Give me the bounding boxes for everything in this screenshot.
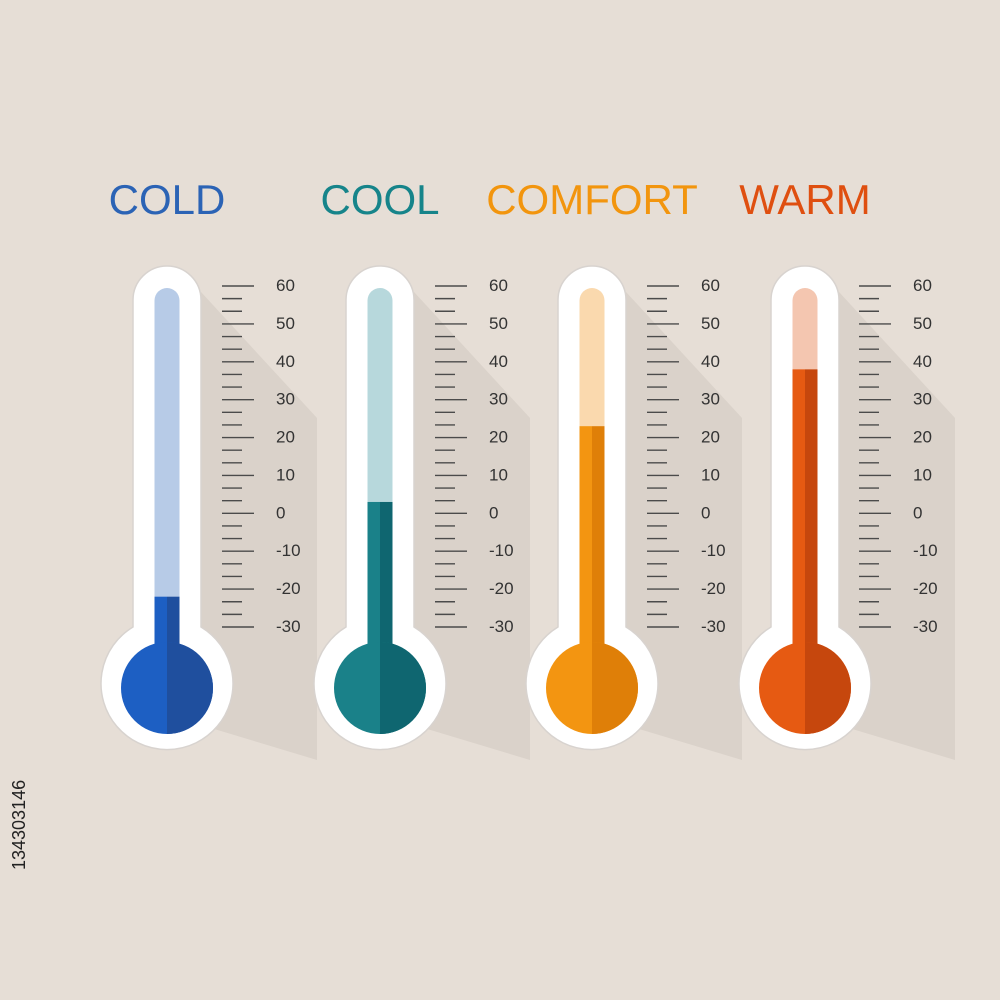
thermometer-cool-tick-label: 50 — [489, 314, 508, 333]
thermometer-cold-tick-label: -30 — [276, 617, 301, 636]
thermometer-cold-tick-label: 60 — [276, 276, 295, 295]
thermometer-warm-tick-label: 0 — [913, 503, 922, 522]
thermometer-cool: COOL 60 50 40 30 20 10 0 -10 -20 -30 — [313, 176, 530, 760]
thermometer-cold: COLD 60 50 40 30 20 10 0 -10 -20 -30 — [100, 176, 317, 760]
thermometer-comfort-tick-label: -20 — [701, 579, 726, 598]
thermometer-comfort-tick-label: 10 — [701, 465, 720, 484]
thermometer-cold-tick-label: 40 — [276, 352, 295, 371]
thermometer-comfort-tick-label: 60 — [701, 276, 720, 295]
thermometer-cold-tick-label: 20 — [276, 428, 295, 447]
thermometer-warm-tick-label: 30 — [913, 390, 932, 409]
thermometer-comfort-fill-shadow — [592, 426, 605, 655]
thermometer-cool-label: COOL — [320, 176, 439, 223]
thermometer-comfort-tick-label: -30 — [701, 617, 726, 636]
thermometer-cold-tick-label: -20 — [276, 579, 301, 598]
thermometer-comfort-tick-label: 50 — [701, 314, 720, 333]
thermometer-warm-tick-label: -30 — [913, 617, 938, 636]
thermometer-cool-tick-label: -30 — [489, 617, 514, 636]
thermometer-warm-tick-label: -20 — [913, 579, 938, 598]
thermometer-warm-tick-label: 10 — [913, 465, 932, 484]
thermometer-cool-tick-label: -20 — [489, 579, 514, 598]
thermometer-warm-label: WARM — [739, 176, 870, 223]
thermometer-comfort-tick-label: -10 — [701, 541, 726, 560]
thermometer-warm-fill — [792, 369, 805, 655]
thermometer-warm: WARM 60 50 40 30 20 10 0 -10 -20 -30 — [738, 176, 955, 760]
thermometer-warm-fill-shadow — [805, 369, 818, 655]
thermometer-cool-tick-label: 0 — [489, 503, 498, 522]
thermometer-cold-tick-label: 30 — [276, 390, 295, 409]
thermometer-cool-tick-label: -10 — [489, 541, 514, 560]
thermometer-cool-fill — [367, 501, 380, 655]
thermometer-warm-tick-label: -10 — [913, 541, 938, 560]
thermometer-cool-tick-label: 40 — [489, 352, 508, 371]
thermometer-cold-tick-label: -10 — [276, 541, 301, 560]
thermometer-comfort-tick-label: 30 — [701, 390, 720, 409]
thermometer-comfort-tick-label: 0 — [701, 503, 710, 522]
thermometer-cool-tick-label: 60 — [489, 276, 508, 295]
thermometer-warm-tick-label: 20 — [913, 428, 932, 447]
thermometer-warm-tick-label: 50 — [913, 314, 932, 333]
thermometer-cold-tick-label: 0 — [276, 503, 285, 522]
thermometer-comfort-label: COMFORT — [486, 176, 698, 223]
thermometer-warm-shape — [738, 265, 955, 760]
thermometer-cool-tick-label: 10 — [489, 465, 508, 484]
thermometer-warm-tick-label: 40 — [913, 352, 932, 371]
image-id-text: 134303146 — [9, 780, 29, 870]
thermometer-comfort-tick-label: 20 — [701, 428, 720, 447]
thermometer-comfort-tick-label: 40 — [701, 352, 720, 371]
thermometer-illustration: COLD 60 50 40 30 20 10 0 -10 -20 -30 COOL 60 50 40 3… — [9, 176, 955, 870]
thermometer-cold-label: COLD — [109, 176, 226, 223]
thermometer-warm-tick-label: 60 — [913, 276, 932, 295]
thermometer-cool-tick-label: 30 — [489, 390, 508, 409]
thermometer-cold-tick-label: 10 — [276, 465, 295, 484]
thermometer-cool-fill-shadow — [380, 501, 393, 655]
thermometer-cold-tick-label: 50 — [276, 314, 295, 333]
thermometer-cool-tick-label: 20 — [489, 428, 508, 447]
thermometer-comfort-fill — [579, 426, 592, 655]
